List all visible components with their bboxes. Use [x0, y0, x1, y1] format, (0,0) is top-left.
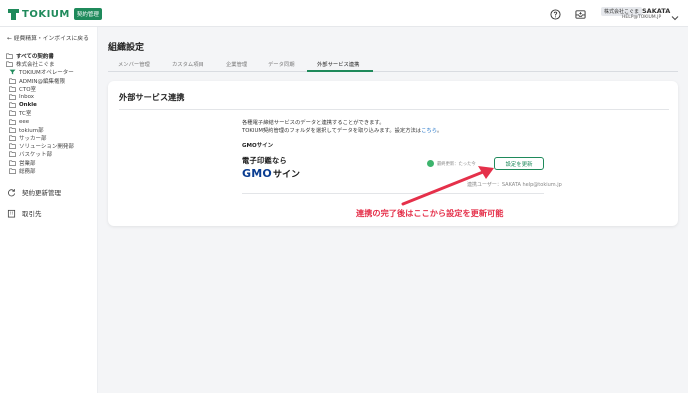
tab-external-services[interactable]: 外部サービス連携 [317, 60, 359, 68]
settings-tabs: メンバー管理 カスタム項目 企業管理 データ同期 外部サービス連携 [108, 58, 678, 72]
gmo-logo-tagline: 電子印鑑なら [242, 156, 287, 165]
folder-item[interactable]: サッカー部 [6, 134, 74, 142]
folder-item[interactable]: Inbox [6, 93, 74, 101]
folder-icon [9, 160, 16, 166]
active-tab-indicator [307, 70, 373, 72]
sync-status-icon [427, 160, 434, 167]
folder-item[interactable]: eee [6, 118, 74, 126]
folder-icon [6, 61, 13, 68]
folder-item[interactable]: 総務部 [6, 167, 74, 175]
folder-icon [6, 53, 13, 59]
folder-icon [9, 127, 16, 133]
folder-item[interactable]: Onkle [6, 101, 74, 109]
folder-icon [9, 102, 16, 109]
card-title: 外部サービス連携 [119, 92, 185, 102]
folder-item[interactable]: CTO室 [6, 85, 74, 93]
chevron-down-icon[interactable] [670, 8, 680, 21]
folder-item-label: ADMIN@編集権限 [19, 78, 65, 85]
folder-icon [9, 78, 16, 84]
folder-item-label: Onkle [19, 102, 37, 109]
gmo-logo-gmo: GMO [242, 167, 272, 180]
gmo-sign-logo: 電子印鑑なら GMO サイン [242, 156, 300, 180]
folder-item[interactable]: 営業部 [6, 158, 74, 167]
renew-icon [8, 188, 16, 196]
help-icon[interactable] [549, 8, 561, 20]
external-services-card: 外部サービス連携 各種電子締結サービスのデータと連携することができます。 TOK… [108, 81, 678, 226]
tab-data-sync[interactable]: データ同期 [268, 60, 295, 68]
folder-item[interactable]: バスケット部 [6, 150, 74, 158]
user-name[interactable]: SAKATA [642, 7, 670, 15]
tab-member-management[interactable]: メンバー管理 [118, 60, 150, 68]
nav-contract-renewal[interactable]: 契約更新管理 [7, 187, 61, 197]
folder-item-label: 営業部 [19, 160, 36, 167]
service-section-label: GMOサイン [242, 143, 274, 149]
folder-tree: すべての契約書 株式会社こぐま TOKIUMオペレーター ADMIN@編集権限 CT… [6, 52, 74, 175]
nav-business-partners[interactable]: 取引先 [7, 208, 42, 218]
tokium-logo-icon [8, 8, 19, 20]
user-email: HELP@TOKIUM.JP [622, 15, 662, 20]
folder-item[interactable]: tokium部 [6, 126, 74, 134]
building-icon [7, 209, 16, 218]
folder-item-label: Inbox [19, 94, 35, 101]
top-bar: TOKIUM 契約管理 株式会社こぐま SAKATA HELP@TOKIUM.J… [0, 0, 688, 27]
folder-item-label: サッカー部 [19, 135, 47, 142]
folder-item-label: TC室 [19, 111, 32, 118]
folder-item-label: eee [19, 118, 30, 125]
folder-item[interactable]: TC室 [6, 109, 74, 117]
brand-name: TOKIUM [22, 8, 70, 20]
tree-root[interactable]: すべての契約書 [6, 52, 74, 60]
linked-user-text: 連携ユーザー：SAKATA help@tokium.jp [467, 182, 562, 188]
folder-item-label: ソリューション開発部 [19, 144, 74, 151]
folder-item[interactable]: TOKIUMオペレーター [6, 68, 74, 76]
tab-custom-fields[interactable]: カスタム項目 [172, 60, 204, 68]
folder-icon [9, 119, 16, 125]
page-title: 組織設定 [108, 43, 145, 53]
nav-contract-renewal-label: 契約更新管理 [22, 189, 61, 197]
folder-icon [9, 135, 16, 141]
folder-item-label: CTO室 [19, 86, 37, 93]
filter-icon [9, 70, 16, 75]
card-divider [119, 109, 669, 110]
app-logo[interactable]: TOKIUM 契約管理 [8, 8, 102, 20]
tree-company[interactable]: 株式会社こぐま [6, 60, 74, 68]
folder-item-label: tokium部 [19, 127, 44, 134]
folder-item[interactable]: ソリューション開発部 [6, 142, 74, 150]
folder-icon [9, 86, 16, 92]
last-updated-text: 最終更新：たった今 [437, 162, 476, 167]
help-link[interactable]: こちら [421, 128, 437, 134]
folder-icon [9, 110, 16, 117]
inbox-icon[interactable] [574, 8, 586, 20]
gmo-logo-sign: サイン [272, 170, 300, 180]
folder-icon [9, 168, 16, 174]
description-line-1: 各種電子締結サービスのデータと連携することができます。 [242, 120, 385, 126]
folder-item-label: 総務部 [19, 168, 36, 175]
annotation-text: 連携の完了後はここから設定を更新可能 [356, 208, 504, 218]
folder-icon [9, 143, 16, 150]
folder-item-label: バスケット部 [19, 152, 53, 159]
tab-company-management[interactable]: 企業管理 [226, 60, 247, 68]
folder-icon [9, 94, 16, 100]
back-to-expense-link[interactable]: ← 経費精算・インボイスに戻る [7, 33, 89, 42]
description-line-2: TOKIUM契約管理のフォルダを選択してデータを取り込みます。設定方法はこちら。 [242, 128, 443, 134]
folder-item[interactable]: ADMIN@編集権限 [6, 77, 74, 85]
folder-icon [9, 151, 16, 158]
service-divider [242, 193, 544, 194]
update-settings-button[interactable]: 設定を更新 [494, 157, 544, 170]
tree-root-label: すべての契約書 [16, 54, 54, 61]
nav-business-partners-label: 取引先 [22, 210, 42, 218]
tree-company-label: 株式会社こぐま [16, 62, 55, 69]
sidebar: ← 経費精算・インボイスに戻る すべての契約書 株式会社こぐま TOKIUMオペ… [0, 27, 98, 393]
folder-item-label: TOKIUMオペレーター [19, 70, 74, 77]
product-badge: 契約管理 [73, 8, 102, 20]
